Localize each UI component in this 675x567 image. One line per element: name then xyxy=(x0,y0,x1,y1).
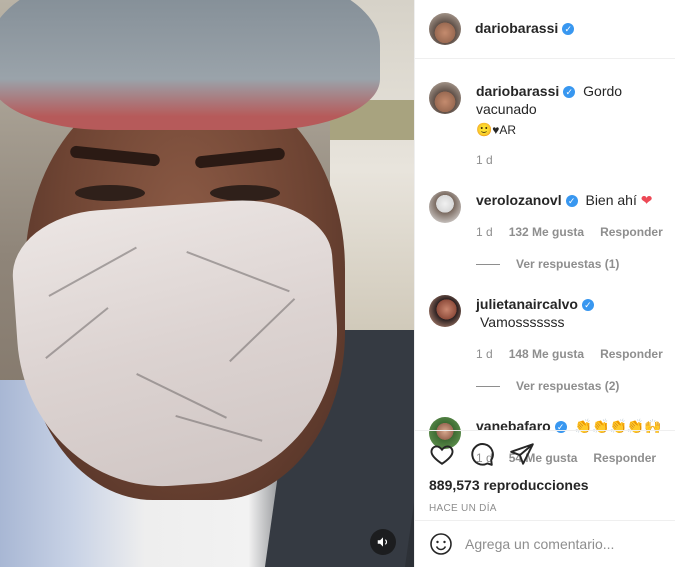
comment-author[interactable]: verolozanovl xyxy=(476,192,562,208)
comment-time[interactable]: 1 d xyxy=(476,345,493,363)
comment-time[interactable]: 1 d xyxy=(476,223,493,241)
emoji-icon[interactable] xyxy=(429,532,453,556)
verified-badge-icon: ✓ xyxy=(565,195,578,207)
view-replies-label: Ver respuestas (2) xyxy=(516,379,620,393)
divider xyxy=(476,385,500,387)
caption-author[interactable]: dariobarassi xyxy=(476,83,559,99)
post-author-username[interactable]: dariobarassi xyxy=(475,20,558,36)
views-count[interactable]: 889,573 reproducciones xyxy=(415,477,675,493)
comment-author[interactable]: julietanaircalvo xyxy=(476,296,578,312)
caption-emoji: 🙂 xyxy=(476,122,493,137)
comment-item: verolozanovl ✓ Bien ahí ❤ 1 d 132 Me gust… xyxy=(415,191,675,273)
reply-button[interactable]: Responder xyxy=(600,345,663,363)
comment-text: Bien ahí xyxy=(585,192,637,208)
comment-likes[interactable]: 148 Me gusta xyxy=(509,345,584,363)
reply-button[interactable]: Responder xyxy=(600,223,663,241)
comments-list: dariobarassi ✓ Gordo vacunado 🙂♥AR 1 d ve… xyxy=(415,60,675,467)
speaker-icon xyxy=(377,537,388,547)
avatar[interactable] xyxy=(429,13,461,45)
post-actions: 889,573 reproducciones HACE UN DÍA xyxy=(415,430,675,514)
post-header: dariobarassi ✓ xyxy=(415,0,675,59)
caption-meta: 1 d xyxy=(476,151,666,169)
comment-meta: 1 d 132 Me gusta Responder xyxy=(476,223,663,241)
heart-emoji: ❤ xyxy=(640,192,653,208)
comment-composer: Agrega un comentario... xyxy=(415,520,675,567)
view-replies-button[interactable]: Ver respuestas (2) xyxy=(476,377,666,395)
post-time[interactable]: HACE UN DÍA xyxy=(415,503,675,514)
heart-icon[interactable] xyxy=(429,441,455,467)
right-eye xyxy=(210,185,280,201)
view-replies-label: Ver respuestas (1) xyxy=(516,257,620,271)
verified-badge-icon: ✓ xyxy=(562,23,575,35)
avatar[interactable] xyxy=(429,191,461,223)
comment-item: julietanaircalvo ✓ Vamosssssss 1 d 148 Me… xyxy=(415,295,675,395)
avatar[interactable] xyxy=(429,295,461,327)
comment-text: Vamosssssss xyxy=(480,314,565,330)
caption-time[interactable]: 1 d xyxy=(476,151,493,169)
comment-input[interactable]: Agrega un comentario... xyxy=(465,536,614,552)
share-icon[interactable] xyxy=(509,441,535,467)
comment-icon[interactable] xyxy=(469,441,495,467)
comment-meta: 1 d 148 Me gusta Responder xyxy=(476,345,666,363)
caption-flag: ♥AR xyxy=(492,123,516,137)
divider xyxy=(476,263,500,265)
post-side-panel: dariobarassi ✓ dariobarassi ✓ Gordo vacuna… xyxy=(414,0,675,567)
view-replies-button[interactable]: Ver respuestas (1) xyxy=(476,255,663,273)
avatar[interactable] xyxy=(429,82,461,114)
cap xyxy=(0,0,380,130)
sound-toggle-button[interactable] xyxy=(370,529,396,555)
caption: dariobarassi ✓ Gordo vacunado 🙂♥AR 1 d xyxy=(415,82,675,169)
verified-badge-icon: ✓ xyxy=(581,299,594,311)
left-eye xyxy=(75,185,145,201)
verified-badge-icon: ✓ xyxy=(563,86,576,98)
comment-likes[interactable]: 132 Me gusta xyxy=(509,223,584,241)
post-video[interactable] xyxy=(0,0,414,567)
